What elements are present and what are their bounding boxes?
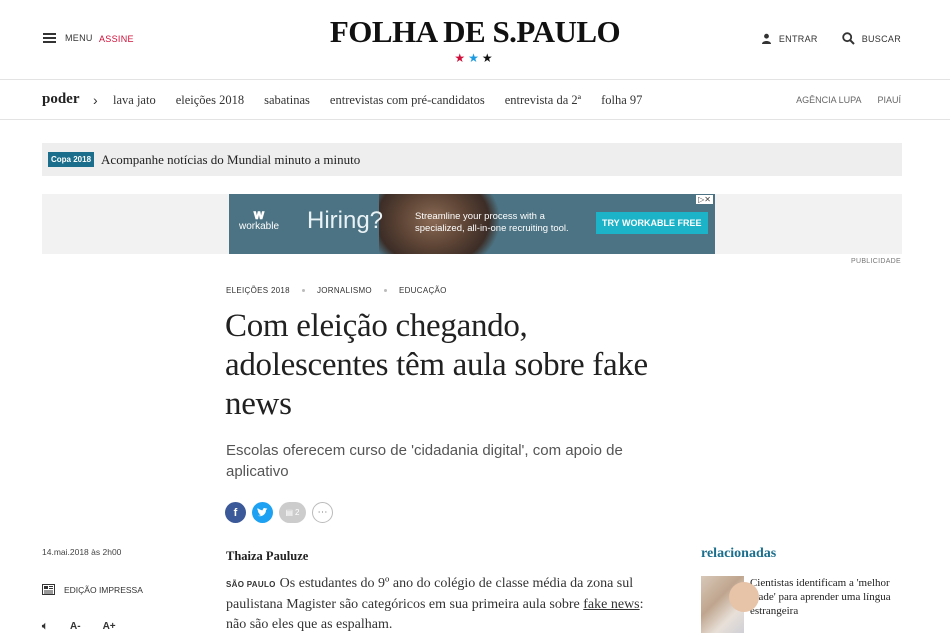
nav-link-sabatinas[interactable]: sabatinas bbox=[264, 93, 310, 108]
search-label: BUSCAR bbox=[861, 33, 901, 44]
tag-link[interactable]: ELEIÇÕES 2018 bbox=[226, 286, 290, 295]
tag-link[interactable]: EDUCAÇÃO bbox=[399, 286, 447, 295]
section-nav: poder › lava jato eleições 2018 sabatina… bbox=[0, 80, 950, 120]
star-blue-icon: ★ bbox=[468, 51, 482, 65]
login-button[interactable]: ENTRAR bbox=[761, 33, 818, 44]
related-heading: relacionadas bbox=[701, 546, 777, 561]
article-tags: ELEIÇÕES 2018 JORNALISMO EDUCAÇÃO bbox=[226, 286, 447, 295]
related-item[interactable]: Cientistas identificam a 'melhor idade' … bbox=[701, 576, 906, 633]
comments-button[interactable]: ▤ 2 bbox=[279, 502, 306, 523]
search-icon bbox=[841, 32, 855, 45]
user-icon bbox=[761, 33, 771, 44]
reading-tools: 🔈︎ A- A+ bbox=[42, 621, 116, 632]
section-title[interactable]: poder bbox=[42, 91, 80, 108]
more-share-button[interactable]: ⋯ bbox=[312, 502, 333, 523]
print-edition-link[interactable]: EDIÇÃO IMPRESSA bbox=[42, 584, 143, 595]
nav-link-eleicoes-2018[interactable]: eleições 2018 bbox=[176, 93, 244, 108]
nav-link-entrevistas[interactable]: entrevistas com pré-candidatos bbox=[330, 93, 485, 108]
nav-link-folha-97[interactable]: folha 97 bbox=[601, 93, 642, 108]
article-body: SÃO PAULO Os estudantes do 9º ano do colé… bbox=[226, 574, 651, 633]
nav-link-lava-jato[interactable]: lava jato bbox=[113, 93, 156, 108]
login-label: ENTRAR bbox=[778, 33, 818, 44]
related-thumbnail bbox=[701, 576, 759, 633]
body-text-start: Os estudantes do 9º ano do colégio de cl… bbox=[226, 576, 634, 612]
ad-copy: Streamline your process with a specializ… bbox=[415, 211, 569, 234]
copa-banner-text: Acompanhe notícias do Mundial minuto a m… bbox=[101, 151, 361, 167]
more-icon: ⋯ bbox=[317, 507, 328, 518]
ad-label: PUBLICIDADE bbox=[851, 258, 901, 265]
twitter-icon bbox=[257, 508, 268, 517]
twitter-share-button[interactable] bbox=[252, 502, 273, 523]
ad-container: 𝐰 workable Hiring? Streamline your proces… bbox=[42, 194, 902, 254]
article-subhead: Escolas oferecem curso de 'cidadania dig… bbox=[226, 442, 623, 480]
font-decrease-button[interactable]: A- bbox=[70, 621, 81, 632]
facebook-share-button[interactable]: f bbox=[225, 502, 246, 523]
tag-separator bbox=[301, 289, 305, 292]
search-button[interactable]: BUSCAR bbox=[841, 32, 901, 45]
partner-links: AGÊNCIA LUPA PIAUÍ bbox=[796, 95, 901, 105]
chevron-right-icon: › bbox=[93, 92, 98, 108]
share-bar: f ▤ 2 ⋯ bbox=[225, 502, 333, 523]
audio-icon[interactable]: 🔈︎ bbox=[42, 621, 48, 632]
article-author[interactable]: Thaiza Pauluze bbox=[226, 549, 308, 564]
article-headline: Com eleição chegando, adolescentes têm a… bbox=[225, 308, 648, 422]
fake-news-link[interactable]: fake news bbox=[583, 597, 639, 612]
copa-banner[interactable]: Copa 2018 Acompanhe notícias do Mundial … bbox=[42, 143, 902, 176]
ad-cta-button[interactable]: TRY WORKABLE FREE bbox=[596, 212, 708, 234]
site-header: MENU ASSINE FOLHA DE S.PAULO ★★★ ENTRAR … bbox=[0, 0, 950, 80]
tag-link[interactable]: JORNALISMO bbox=[317, 286, 372, 295]
partner-link-piaui[interactable]: PIAUÍ bbox=[877, 95, 901, 105]
print-edition-label: EDIÇÃO IMPRESSA bbox=[64, 584, 143, 595]
facebook-icon: f bbox=[233, 506, 238, 519]
dateline-city: SÃO PAULO bbox=[226, 580, 276, 589]
ad-banner[interactable]: 𝐰 workable Hiring? Streamline your proces… bbox=[229, 194, 715, 254]
tag-separator bbox=[383, 289, 387, 292]
partner-link-agencia-lupa[interactable]: AGÊNCIA LUPA bbox=[796, 95, 861, 105]
header-actions: ENTRAR BUSCAR bbox=[761, 32, 901, 45]
ad-logo: 𝐰 workable bbox=[237, 207, 281, 232]
ad-headline: Hiring? bbox=[307, 207, 384, 234]
comment-count: 2 bbox=[295, 508, 300, 517]
star-red-icon: ★ bbox=[454, 51, 469, 65]
star-black-icon: ★ bbox=[481, 51, 496, 65]
ad-logo-text: workable bbox=[238, 221, 280, 232]
comment-icon: ▤ bbox=[285, 508, 294, 517]
publish-date: 14.mai.2018 às 2h00 bbox=[42, 547, 122, 557]
section-links: lava jato eleições 2018 sabatinas entrev… bbox=[113, 93, 642, 108]
newspaper-icon bbox=[42, 584, 55, 595]
ad-close-icon[interactable]: ▷✕ bbox=[696, 195, 713, 204]
copa-badge: Copa 2018 bbox=[48, 152, 95, 167]
logo-stars: ★★★ bbox=[0, 51, 950, 65]
workable-logo-icon: 𝐰 bbox=[253, 206, 265, 222]
font-increase-button[interactable]: A+ bbox=[103, 621, 116, 632]
related-item-title: Cientistas identificam a 'melhor idade' … bbox=[749, 577, 891, 617]
nav-link-entrevista-da-2a[interactable]: entrevista da 2ª bbox=[505, 93, 581, 108]
